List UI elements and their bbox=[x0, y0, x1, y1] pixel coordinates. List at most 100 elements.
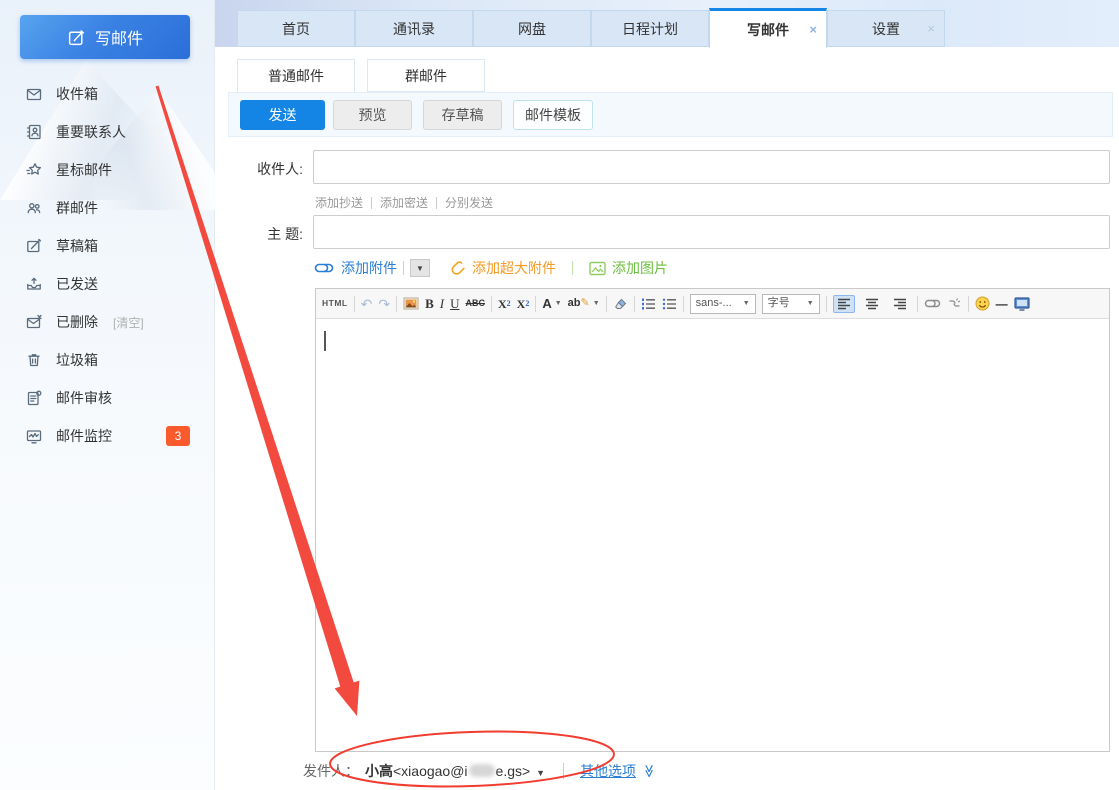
align-right-button[interactable] bbox=[889, 295, 911, 313]
tab-label: 通讯录 bbox=[393, 19, 435, 39]
attachment-dropdown-button[interactable]: ▼ bbox=[410, 259, 430, 277]
undo-icon[interactable]: ↶ bbox=[361, 297, 373, 311]
close-icon[interactable]: × bbox=[809, 22, 817, 37]
sidebar-item-label: 重要联系人 bbox=[56, 122, 126, 142]
ordered-list-icon[interactable] bbox=[641, 297, 656, 311]
sidebar-item-mail-review[interactable]: 邮件审核 bbox=[0, 379, 215, 417]
sidebar-item-sent[interactable]: 已发送 bbox=[0, 265, 215, 303]
mail-template-button[interactable]: 邮件模板 bbox=[513, 100, 593, 130]
starred-icon bbox=[25, 161, 43, 179]
divider bbox=[917, 296, 918, 312]
align-center-button[interactable] bbox=[861, 295, 883, 313]
sender-row: 发件人： 小高<xiaogao@ie.gs> ▼ 其他选项 ≫ bbox=[303, 758, 656, 784]
horizontal-rule-button[interactable]: — bbox=[996, 298, 1008, 310]
sender-address[interactable]: 小高<xiaogao@ie.gs> ▼ bbox=[365, 761, 545, 781]
sidebar-item-group-mail[interactable]: 群邮件 bbox=[0, 189, 215, 227]
add-bcc-link[interactable]: 添加密送 bbox=[380, 194, 428, 211]
align-left-button[interactable] bbox=[833, 295, 855, 313]
tab-calendar[interactable]: 日程计划 bbox=[591, 10, 709, 47]
cc-links-row: 添加抄送 添加密送 分别发送 bbox=[315, 194, 493, 211]
sidebar-item-junk[interactable]: 垃圾箱 bbox=[0, 341, 215, 379]
divider bbox=[535, 296, 536, 312]
tab-netdisk[interactable]: 网盘 bbox=[473, 10, 591, 47]
emoji-icon[interactable] bbox=[975, 296, 990, 311]
redo-icon[interactable]: ↷ bbox=[378, 297, 390, 311]
chevron-double-down-icon[interactable]: ≫ bbox=[641, 764, 657, 778]
sidebar-item-mail-monitor[interactable]: 邮件监控 3 bbox=[0, 417, 215, 455]
sidebar-item-starred[interactable]: 星标邮件 bbox=[0, 151, 215, 189]
highlight-button[interactable]: ab✎▼ bbox=[568, 298, 600, 309]
tab-contacts[interactable]: 通讯录 bbox=[355, 10, 473, 47]
send-button[interactable]: 发送 bbox=[240, 100, 325, 130]
recipient-input[interactable] bbox=[313, 150, 1110, 184]
eraser-icon[interactable] bbox=[613, 297, 628, 311]
bold-button[interactable]: B bbox=[425, 297, 434, 310]
italic-button[interactable]: I bbox=[440, 297, 444, 310]
rich-text-editor: HTML ↶ ↷ B I U ABC X2 X2 A▼ ab✎▼ sans-..… bbox=[315, 288, 1110, 752]
divider bbox=[371, 197, 372, 209]
image-icon bbox=[589, 261, 606, 276]
subtab-group-mail[interactable]: 群邮件 bbox=[367, 59, 485, 92]
superscript-exp: 2 bbox=[507, 300, 511, 308]
subject-input[interactable] bbox=[313, 215, 1110, 249]
mail-review-icon bbox=[25, 389, 43, 407]
insert-link-icon[interactable] bbox=[924, 298, 941, 309]
add-image-label: 添加图片 bbox=[612, 258, 668, 278]
font-color-button[interactable]: A▼ bbox=[542, 297, 561, 310]
redacted-blur bbox=[469, 764, 495, 777]
sidebar-item-label: 已删除 bbox=[56, 312, 98, 332]
add-large-attachment-link[interactable]: 添加超大附件 bbox=[450, 258, 556, 278]
strikethrough-button[interactable]: ABC bbox=[465, 299, 485, 308]
subtab-normal-mail[interactable]: 普通邮件 bbox=[237, 59, 355, 92]
fullscreen-icon[interactable] bbox=[1014, 297, 1030, 311]
subscript-button[interactable]: X2 bbox=[517, 298, 530, 310]
sidebar-item-important-contacts[interactable]: 重要联系人 bbox=[0, 113, 215, 151]
divider bbox=[572, 261, 573, 275]
tab-home[interactable]: 首页 bbox=[237, 10, 355, 47]
divider bbox=[968, 296, 969, 312]
sender-dropdown-icon[interactable]: ▼ bbox=[536, 768, 545, 778]
save-draft-button[interactable]: 存草稿 bbox=[423, 100, 502, 130]
add-attachment-link[interactable]: 添加附件 bbox=[313, 258, 397, 278]
add-image-link[interactable]: 添加图片 bbox=[589, 258, 668, 278]
font-size-select[interactable]: 字号▼ bbox=[762, 294, 820, 314]
close-icon[interactable]: × bbox=[927, 21, 935, 36]
divider bbox=[683, 296, 684, 312]
highlight-label: ab bbox=[568, 298, 581, 309]
divider bbox=[403, 261, 404, 275]
sidebar-item-inbox[interactable]: 收件箱 bbox=[0, 75, 215, 113]
sent-icon bbox=[25, 275, 43, 293]
drafts-icon bbox=[25, 237, 43, 255]
preview-button[interactable]: 预览 bbox=[333, 100, 412, 130]
add-cc-link[interactable]: 添加抄送 bbox=[315, 194, 363, 211]
sidebar: 写邮件 收件箱 重要联系人 星标邮件 群邮件 草稿箱 已发送 已删除 [清空] … bbox=[0, 0, 215, 790]
sidebar-item-label: 垃圾箱 bbox=[56, 350, 98, 370]
divider bbox=[563, 763, 564, 779]
underline-button[interactable]: U bbox=[450, 297, 459, 310]
compose-label: 写邮件 bbox=[95, 25, 143, 49]
insert-image-icon[interactable] bbox=[403, 297, 419, 310]
font-family-select[interactable]: sans-...▼ bbox=[690, 294, 756, 314]
compose-button[interactable]: 写邮件 bbox=[20, 15, 190, 59]
chevron-down-icon: ▼ bbox=[416, 264, 424, 273]
important-contacts-icon bbox=[25, 123, 43, 141]
tab-compose[interactable]: 写邮件 × bbox=[709, 8, 827, 48]
sidebar-item-deleted[interactable]: 已删除 [清空] bbox=[0, 303, 215, 341]
unordered-list-icon[interactable] bbox=[662, 297, 677, 311]
editor-body[interactable] bbox=[316, 319, 1109, 751]
text-cursor bbox=[324, 331, 326, 351]
attachment-link-icon bbox=[313, 261, 335, 275]
other-options-link[interactable]: 其他选项 bbox=[580, 761, 636, 781]
tab-label: 首页 bbox=[282, 19, 310, 39]
sidebar-item-drafts[interactable]: 草稿箱 bbox=[0, 227, 215, 265]
add-attachment-label: 添加附件 bbox=[341, 258, 397, 278]
send-separately-link[interactable]: 分别发送 bbox=[445, 194, 493, 211]
empty-trash-link[interactable]: [清空] bbox=[113, 314, 144, 331]
superscript-button[interactable]: X2 bbox=[498, 298, 511, 310]
tab-settings[interactable]: 设置 × bbox=[827, 10, 945, 47]
compose-pencil-icon bbox=[67, 28, 86, 47]
remove-link-icon[interactable] bbox=[947, 297, 962, 310]
html-source-button[interactable]: HTML bbox=[322, 299, 348, 308]
sidebar-item-label: 邮件监控 bbox=[56, 426, 112, 446]
group-mail-icon bbox=[25, 199, 43, 217]
